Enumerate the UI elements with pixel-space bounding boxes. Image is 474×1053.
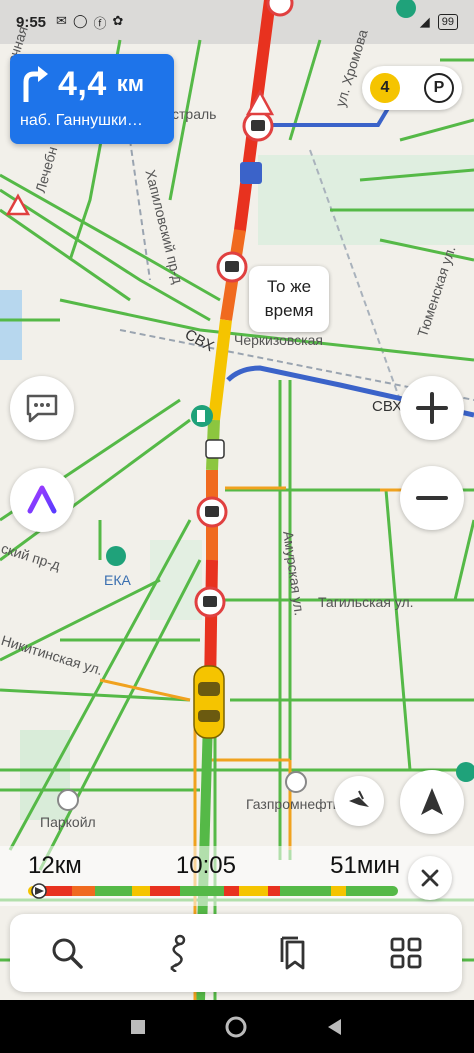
alice-assistant-button[interactable] xyxy=(10,468,74,532)
system-navigation-bar xyxy=(0,1000,474,1053)
route-start-marker-icon xyxy=(31,883,47,899)
navigation-arrow-icon xyxy=(421,788,443,815)
wifi-icon: ◢ xyxy=(419,14,430,29)
callout-line2: время xyxy=(264,301,314,320)
route-traffic-bar xyxy=(28,886,398,896)
alternative-route-callout[interactable]: То же время xyxy=(249,266,329,332)
speed-parking-pill: 4 P xyxy=(362,66,462,110)
message-icon: ✉ xyxy=(56,12,67,28)
bottom-toolbar xyxy=(10,914,462,992)
route-eta: 10:05 xyxy=(175,852,236,879)
bookmark-icon xyxy=(280,936,304,970)
tilt-icon xyxy=(349,790,369,807)
next-maneuver-card[interactable]: 4,4 км наб. Ганнушки… xyxy=(10,54,174,144)
menu-button[interactable] xyxy=(376,923,436,983)
maneuver-unit: км xyxy=(116,71,145,96)
speed-limit-badge[interactable]: 4 xyxy=(370,73,400,103)
home-icon[interactable] xyxy=(225,1016,247,1038)
close-icon xyxy=(421,869,439,887)
recent-apps-icon[interactable] xyxy=(130,1019,146,1035)
alice-icon xyxy=(27,485,57,514)
road-label: СВХ xyxy=(372,398,403,415)
facebook-icon: ⓕ xyxy=(93,15,107,31)
feedback-button[interactable] xyxy=(10,376,74,440)
route-distance: 12км xyxy=(28,852,82,879)
route-duration: 51мин xyxy=(330,852,400,879)
grid-menu-icon xyxy=(390,937,421,969)
station-label: Черкизовская xyxy=(234,332,323,348)
search-button[interactable] xyxy=(37,923,97,983)
back-icon[interactable] xyxy=(326,1018,344,1036)
maneuver-distance: 4,4 xyxy=(58,64,107,103)
zoom-out-button[interactable] xyxy=(400,466,464,530)
battery-icon: 99 xyxy=(437,14,458,30)
search-icon xyxy=(52,938,83,969)
poi-label: Газпромнефть xyxy=(246,796,341,812)
recenter-button[interactable] xyxy=(400,770,464,834)
plus-icon xyxy=(416,392,448,424)
zoom-in-button[interactable] xyxy=(400,376,464,440)
street-label: Тагильская ул. xyxy=(318,594,414,610)
route-button[interactable] xyxy=(150,923,210,983)
close-route-button[interactable] xyxy=(408,856,452,900)
map-rotate-button[interactable] xyxy=(334,776,384,826)
car-position-icon xyxy=(193,665,225,739)
route-icon xyxy=(169,934,185,972)
chat-icon xyxy=(26,394,58,423)
battery-level: 99 xyxy=(441,16,454,28)
route-progress-panel[interactable]: 12км 10:05 51мин xyxy=(0,846,474,906)
parking-button[interactable]: P xyxy=(424,73,454,103)
turn-right-arrow-icon xyxy=(23,66,48,102)
callout-line1: То же xyxy=(266,277,312,296)
bookmarks-button[interactable] xyxy=(263,923,323,983)
minus-icon xyxy=(416,496,448,500)
status-time: 9:55 xyxy=(16,13,47,31)
misc-icon: ✿ xyxy=(112,12,124,28)
poi-label: Паркойл xyxy=(40,814,96,830)
poi-label: ЕКА xyxy=(104,572,131,588)
notification-icons: ✉ ◯ ⓕ ✿ xyxy=(56,13,123,32)
status-bar: 9:55 ✉ ◯ ⓕ ✿ ◢ 99 xyxy=(0,0,474,44)
navigator-screen: ул. Хромова страль Лечебн Хапиловский пр… xyxy=(0,0,474,1053)
route-stats: 12км 10:05 51мин xyxy=(28,852,400,880)
whatsapp-icon: ◯ xyxy=(72,12,88,28)
maneuver-street: наб. Ганнушки… xyxy=(20,112,143,129)
street-label: страль xyxy=(172,106,217,122)
